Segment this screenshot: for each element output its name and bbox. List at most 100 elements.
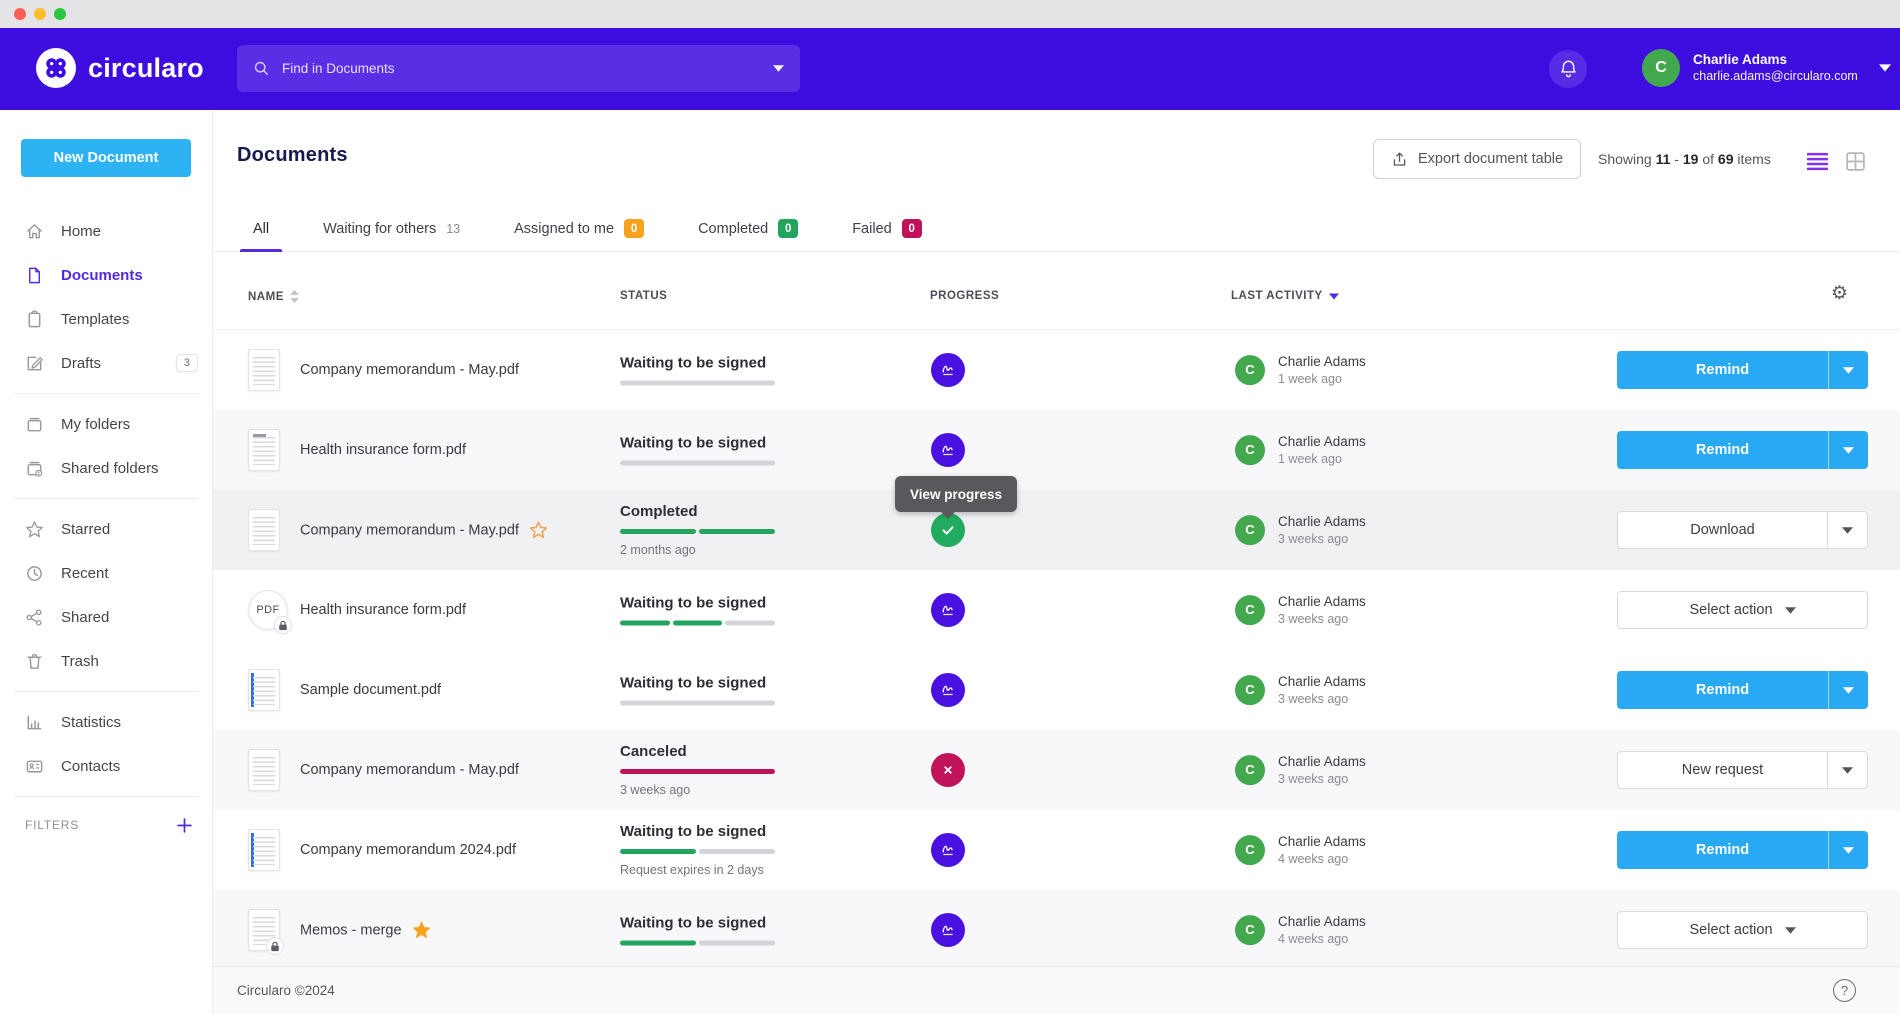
sidebar-item-templates[interactable]: Templates [0,297,212,341]
sidebar-item-home[interactable]: Home [0,209,212,253]
document-thumbnail[interactable] [248,829,280,871]
row-action-button[interactable]: Remind [1617,831,1868,869]
document-thumbnail[interactable] [248,349,280,391]
status-progress-bar [620,621,775,626]
column-header-last-activity[interactable]: LAST ACTIVITY [1231,290,1339,302]
zoom-window-button[interactable] [54,8,66,20]
column-header-name[interactable]: NAME [248,290,299,303]
actor-name: Charlie Adams [1278,673,1366,691]
action-cell: Select action [1617,591,1868,629]
table-settings-gear-icon[interactable]: ⚙ [1831,284,1848,303]
search-input[interactable] [282,61,773,76]
table-row[interactable]: Company memorandum - May.pdfCompleted2 m… [213,490,1900,570]
help-button[interactable]: ? [1833,979,1856,1002]
global-search[interactable] [237,45,800,92]
logo-wordmark: circularo [88,53,204,84]
row-action-button[interactable]: Remind [1617,431,1868,469]
row-action-label: New request [1618,752,1827,788]
tab-failed[interactable]: Failed 0 [839,206,935,251]
close-window-button[interactable] [14,8,26,20]
sidebar-item-recent[interactable]: Recent [0,551,212,595]
export-document-table-button[interactable]: Export document table [1373,139,1581,179]
tab-waiting-for-others[interactable]: Waiting for others 13 [310,206,473,251]
document-name[interactable]: Company memorandum 2024.pdf [300,842,516,858]
tab-completed[interactable]: Completed 0 [685,206,811,251]
table-row[interactable]: Company memorandum 2024.pdfWaiting to be… [213,810,1900,890]
view-progress-button[interactable] [931,353,965,387]
document-name[interactable]: Sample document.pdf [300,682,441,698]
document-name[interactable]: Company memorandum - May.pdf [300,762,519,778]
app-logo[interactable]: circularo [36,48,204,88]
view-progress-button[interactable] [931,913,965,947]
row-action-dropdown-toggle[interactable] [1828,831,1868,869]
row-action-button[interactable]: New request [1617,751,1868,789]
new-document-button[interactable]: New Document [21,139,191,177]
column-header-status[interactable]: STATUS [620,290,667,302]
table-row[interactable]: Sample document.pdfWaiting to be signedC… [213,650,1900,730]
caret-down-icon [1843,687,1854,694]
search-icon [253,60,270,77]
star-outline-icon[interactable] [529,521,548,540]
last-activity-cell: CCharlie Adams3 weeks ago [1235,673,1366,707]
row-action-button[interactable]: Download [1617,511,1868,549]
sidebar-item-shared[interactable]: Shared [0,595,212,639]
sidebar-item-shared-folders[interactable]: Shared folders [0,446,212,490]
row-action-button[interactable]: Remind [1617,351,1868,389]
row-action-select[interactable]: Select action [1617,911,1868,949]
document-name[interactable]: Company memorandum - May.pdf [300,522,519,538]
search-scope-caret-icon[interactable] [773,65,784,72]
add-filter-button[interactable] [177,818,192,833]
showing-count: Showing 11 - 19 of 69 items [1598,151,1771,167]
user-menu[interactable]: C Charlie Adams charlie.adams@circularo.… [1642,49,1891,87]
sidebar-divider [14,393,198,394]
minimize-window-button[interactable] [34,8,46,20]
document-thumbnail[interactable] [248,429,280,471]
document-thumbnail[interactable] [248,669,280,711]
column-header-progress[interactable]: PROGRESS [930,290,999,302]
row-action-button[interactable]: Remind [1617,671,1868,709]
view-progress-button[interactable] [931,433,965,467]
progress-segment [699,849,775,854]
tab-assigned-to-me[interactable]: Assigned to me 0 [501,206,657,251]
sidebar-item-starred[interactable]: Starred [0,507,212,551]
table-row[interactable]: Company memorandum - May.pdfCanceled3 we… [213,730,1900,810]
document-name[interactable]: Health insurance form.pdf [300,442,466,458]
sidebar-item-trash[interactable]: Trash [0,639,212,683]
document-thumbnail[interactable] [248,509,280,551]
table-row[interactable]: PDFHealth insurance form.pdfWaiting to b… [213,570,1900,650]
document-name[interactable]: Memos - merge [300,922,402,938]
table-row[interactable]: Company memorandum - May.pdfWaiting to b… [213,330,1900,410]
row-action-dropdown-toggle[interactable] [1828,351,1868,389]
tab-all[interactable]: All [240,206,282,251]
sort-desc-icon [1329,293,1339,300]
view-progress-button[interactable] [931,673,965,707]
table-header: NAME STATUS PROGRESS LAST ACTIVITY ⚙ [213,252,1900,330]
list-view-button[interactable] [1805,149,1829,173]
document-thumbnail[interactable] [248,909,280,951]
sidebar-item-drafts[interactable]: Drafts 3 [0,341,212,385]
row-action-dropdown-toggle[interactable] [1828,671,1868,709]
row-action-dropdown-toggle[interactable] [1827,512,1867,548]
row-action-select[interactable]: Select action [1617,591,1868,629]
pdf-thumbnail[interactable]: PDF [248,590,288,630]
sidebar-item-my-folders[interactable]: My folders [0,402,212,446]
sidebar-item-label: Documents [61,267,143,284]
share-icon [25,608,44,627]
table-row[interactable]: Health insurance form.pdfWaiting to be s… [213,410,1900,490]
document-thumbnail[interactable] [248,749,280,791]
user-name: Charlie Adams [1693,52,1858,69]
sidebar-item-documents[interactable]: Documents [0,253,212,297]
notifications-button[interactable] [1549,50,1587,88]
row-action-dropdown-toggle[interactable] [1828,431,1868,469]
sidebar-item-statistics[interactable]: Statistics [0,700,212,744]
sidebar-item-contacts[interactable]: Contacts [0,744,212,788]
row-action-dropdown-toggle[interactable] [1827,752,1867,788]
view-progress-button[interactable] [931,593,965,627]
grid-view-button[interactable] [1843,149,1867,173]
document-name[interactable]: Health insurance form.pdf [300,602,466,618]
table-row[interactable]: Memos - mergeWaiting to be signedCCharli… [213,890,1900,966]
view-progress-button[interactable] [931,753,965,787]
view-progress-button[interactable] [931,833,965,867]
star-filled-icon[interactable] [412,921,431,940]
document-name[interactable]: Company memorandum - May.pdf [300,362,519,378]
